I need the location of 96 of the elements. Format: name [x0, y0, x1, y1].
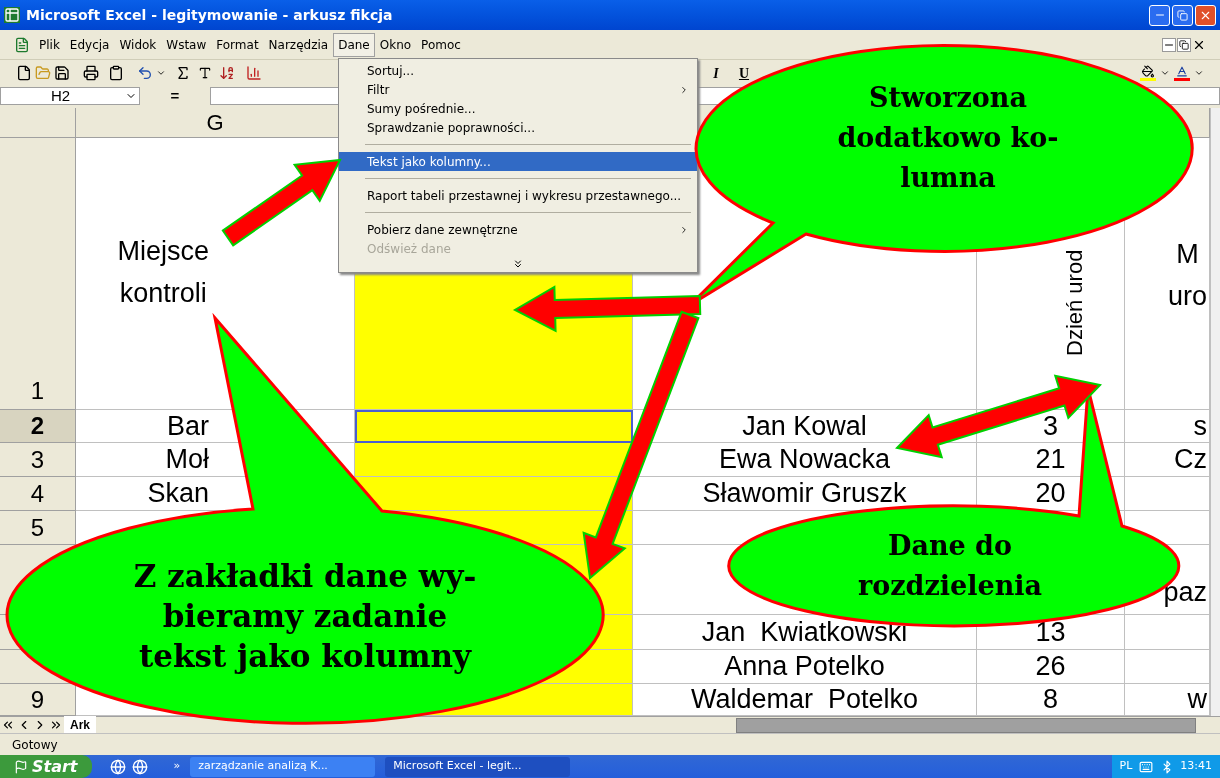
callout-text: Z zakładki dane wy- bieramy zadanie tekst jako kolumny [133, 557, 477, 676]
cell-text: 8 [1043, 684, 1058, 715]
font-color-icon[interactable] [1174, 65, 1190, 81]
cell-text: 26 [1035, 650, 1066, 683]
paste-icon[interactable] [108, 65, 124, 81]
row-header[interactable]: 9 [0, 684, 76, 716]
dropdown-icon[interactable] [1194, 68, 1204, 78]
restore-icon[interactable] [1177, 37, 1191, 52]
fill-color-icon[interactable] [1140, 65, 1156, 81]
cell-text: Skan [147, 477, 209, 510]
row-header[interactable]: 4 [0, 477, 76, 511]
expand-icon[interactable] [512, 258, 524, 270]
cell-text: Jan Kwiatkowski [701, 615, 908, 649]
callout-text: Dane do rozdzielenia [858, 529, 1042, 603]
cell-text: w [1187, 684, 1207, 715]
excel-icon [4, 7, 20, 23]
cell-text: Moł [165, 443, 209, 476]
menu-item[interactable]: Wstaw [161, 32, 212, 57]
print-icon[interactable] [83, 65, 99, 81]
restore-icon [1177, 9, 1188, 21]
cell-text: paz [1163, 575, 1207, 609]
more-button[interactable]: » [173, 758, 181, 775]
status-text: Gotowy [12, 736, 58, 754]
quick-launch-icon[interactable] [109, 758, 126, 775]
menu-item[interactable]: Edycja [64, 32, 115, 57]
menu-item[interactable]: Format [211, 32, 264, 57]
cell-text: 13 [1035, 615, 1066, 649]
window-title: Microsoft Excel - legitymowanie - arkusz fikcja [26, 5, 393, 25]
cell-text: Ewa Nowacka [718, 443, 891, 476]
cell-text: Bar [166, 410, 209, 442]
vertical-scrollbar[interactable] [1210, 108, 1220, 716]
cell-text: Waldemar Potelko [690, 684, 919, 715]
menu-item[interactable]: Dane [333, 32, 375, 57]
cell-text: 21 [1035, 443, 1066, 476]
menu-item[interactable]: Plik [34, 32, 65, 57]
cell-text: M uro [1167, 238, 1207, 313]
cell-text: 20 [1035, 477, 1066, 510]
clock: 13:41 [1180, 758, 1212, 775]
underline-button[interactable]: U [733, 62, 755, 84]
document-icon [14, 36, 30, 53]
table-cell[interactable] [355, 443, 633, 477]
cell-text: Dzień urod [1062, 249, 1088, 356]
sheet-tab[interactable]: Ark [64, 716, 96, 734]
menu-item[interactable]: Widok [114, 32, 162, 57]
undo-icon[interactable] [137, 65, 153, 81]
minimize-button[interactable] [1149, 4, 1170, 26]
table-cell[interactable]: 26 [977, 650, 1125, 684]
table-cell[interactable]: w [1125, 684, 1210, 716]
taskbar-button[interactable]: zarządzanie analizą K... [190, 756, 376, 777]
menu-item[interactable]: Pomoc [416, 32, 466, 57]
italic-button[interactable]: I [705, 62, 727, 84]
function-icon[interactable] [198, 66, 212, 80]
cell-text: s [1193, 410, 1207, 442]
row-header[interactable]: 1 [0, 138, 76, 410]
flag-icon [14, 759, 28, 774]
quick-launch-icon[interactable] [131, 758, 148, 775]
table-cell[interactable]: Anna Potelko [633, 650, 977, 684]
table-cell[interactable]: s [1125, 410, 1210, 443]
restore-button[interactable] [1172, 4, 1193, 26]
menu-item[interactable]: Sortuj... [339, 61, 697, 80]
row-header[interactable]: 3 [0, 443, 76, 477]
minimize-icon[interactable] [1162, 37, 1176, 52]
menu-item[interactable]: Narzędzia [263, 32, 334, 57]
menu-item[interactable]: Tekst jako kolumny... [339, 152, 697, 171]
dropdown-icon[interactable] [156, 68, 166, 78]
table-cell[interactable]: 8 [977, 684, 1125, 716]
taskbar-button[interactable]: Microsoft Excel - legit... [385, 756, 571, 777]
table-cell[interactable] [355, 410, 633, 443]
sort-icon[interactable] [219, 65, 235, 81]
row-header[interactable]: 5 [0, 511, 76, 545]
table-cell[interactable]: Cz [1125, 443, 1210, 477]
dropdown-icon[interactable] [1160, 68, 1170, 78]
table-cell[interactable] [1125, 650, 1210, 684]
save-icon[interactable] [54, 65, 70, 81]
table-cell[interactable] [1125, 477, 1210, 511]
cell-text: Anna Potelko [724, 650, 885, 683]
table-cell[interactable]: Waldemar Potelko [633, 684, 977, 716]
cell-text: Sławomir Gruszk [702, 477, 907, 510]
cell-text: Jan Kowal [742, 410, 867, 442]
cell-text: 3 [1043, 410, 1058, 442]
start-button[interactable]: Start [0, 755, 92, 778]
equals-sign[interactable]: = [140, 84, 210, 108]
new-file-icon[interactable] [16, 65, 32, 81]
chart-icon[interactable] [246, 65, 262, 81]
menu-item[interactable]: Filtr [339, 80, 697, 99]
sum-icon[interactable] [175, 65, 191, 81]
horizontal-scrollbar[interactable] [736, 717, 1196, 733]
table-cell[interactable] [1125, 615, 1210, 650]
row-header[interactable]: 2 [0, 410, 76, 443]
cell-text: Cz [1174, 443, 1207, 476]
table-cell[interactable]: Sławomir Gruszk [633, 477, 977, 511]
name-box[interactable]: H2 [0, 87, 140, 105]
close-button[interactable] [1195, 4, 1216, 26]
menu-item[interactable]: Okno [374, 32, 417, 57]
cell-text: Miejsce kontroli [117, 235, 209, 310]
keyboard-icon[interactable] [1138, 759, 1155, 774]
